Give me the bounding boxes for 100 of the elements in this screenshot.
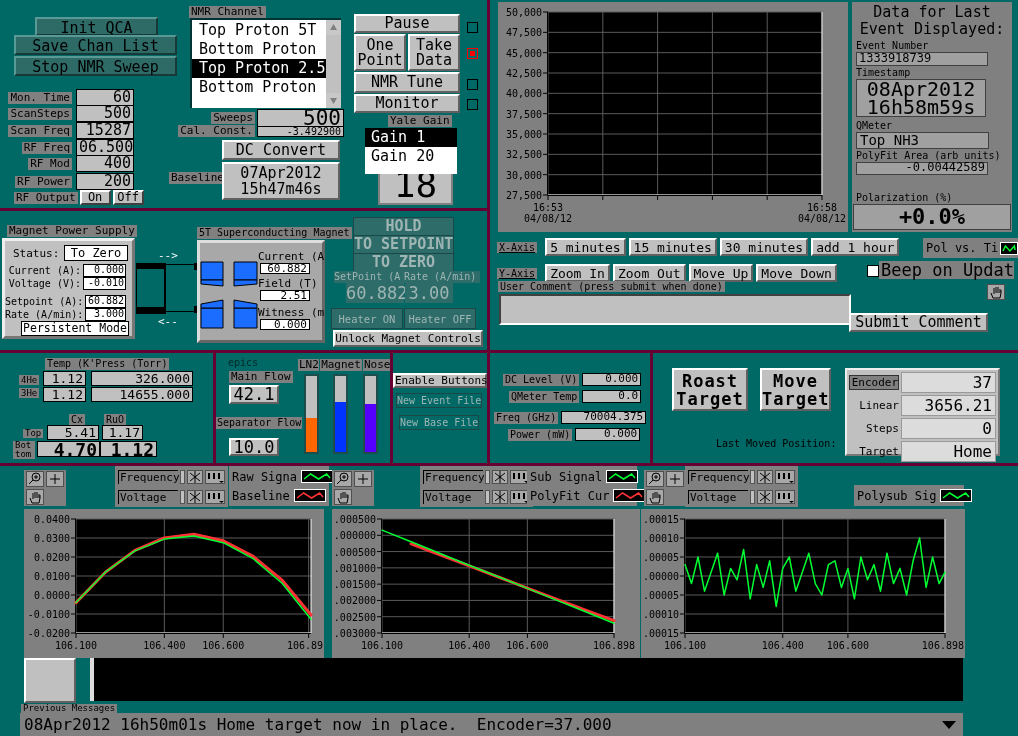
axis-button[interactable]: 5 minutes [545, 238, 626, 256]
format-menu-icon[interactable] [205, 489, 225, 504]
command-button[interactable]: Move Target [760, 368, 831, 411]
axis-tick-label: 45,000 [505, 47, 542, 59]
list-item[interactable]: Bottom Proton [192, 78, 326, 97]
hand-icon[interactable] [334, 489, 352, 505]
slider-handle[interactable] [750, 469, 755, 484]
cursor-tool-icon[interactable] [492, 469, 508, 484]
command-button[interactable]: Monitor [354, 94, 460, 113]
axis-button[interactable]: add 1 hour [811, 238, 900, 256]
dropdown-arrow[interactable] [941, 719, 957, 730]
command-button[interactable]: One Point [354, 34, 406, 71]
toggle-button[interactable]: On [79, 190, 111, 205]
cursor-name-field[interactable]: Frequency [423, 469, 483, 484]
plus-icon[interactable] [354, 471, 372, 487]
hand-icon[interactable] [987, 284, 1005, 300]
comment-field[interactable] [499, 294, 851, 325]
slider-handle[interactable] [180, 489, 185, 504]
command-button[interactable]: Take Data [408, 34, 460, 71]
legend-label: Pol vs. Ti [926, 241, 999, 255]
cursor-name-field[interactable]: Voltage [118, 489, 178, 504]
slider-handle[interactable] [750, 489, 755, 504]
slider-handle[interactable] [180, 469, 185, 484]
messages-button[interactable] [24, 658, 76, 703]
axis-button[interactable]: 15 minutes [628, 238, 717, 256]
command-button[interactable]: Pause [354, 14, 460, 33]
axis-tick-label: .00010 [642, 533, 679, 544]
plus-icon[interactable] [666, 471, 684, 487]
checkbox[interactable] [867, 265, 879, 277]
legend-label: Raw Signa [232, 469, 298, 484]
list-item[interactable]: Bottom Proton [192, 40, 326, 59]
field-label: Mon. Time [8, 91, 72, 104]
list-item[interactable]: Top Proton 5T [192, 21, 326, 40]
cursor-tool-icon[interactable] [187, 489, 203, 504]
numeric-field[interactable]: 0.000 [83, 263, 126, 277]
axis-tick-label: -0.0100 [27, 609, 70, 620]
zoom-icon[interactable] [646, 471, 664, 487]
numeric-field[interactable]: -3.492900 [257, 125, 344, 137]
field-label: Field (T) [258, 278, 318, 290]
axis-button[interactable]: Zoom In [545, 264, 610, 282]
column-header: Temp (K'Press (Torr) [45, 358, 170, 370]
axis-button[interactable]: Zoom Out [612, 264, 686, 282]
value-display: Home [901, 441, 996, 462]
tank-label: Magnet [320, 359, 362, 371]
slider-handle[interactable] [485, 489, 490, 504]
format-menu-icon[interactable] [205, 469, 225, 484]
command-button[interactable]: DC Convert [222, 140, 340, 160]
format-menu-icon[interactable] [775, 489, 795, 504]
value-display: 37 [901, 372, 996, 393]
cursor-tool-icon[interactable] [757, 489, 773, 504]
cursor-tool-icon[interactable] [187, 469, 203, 484]
axis-button[interactable]: Move Down [756, 264, 837, 282]
message-bar[interactable]: 08Apr2012 16h50m01s Home target now in place. Encoder=37.000 [20, 713, 963, 736]
plus-icon[interactable] [46, 471, 64, 487]
cursor-name-field[interactable]: Voltage [688, 489, 748, 504]
numeric-display: 10.0 [229, 438, 279, 456]
numeric-display: 4.70 [37, 441, 100, 457]
format-menu-icon[interactable] [775, 469, 795, 484]
field-label: RF Freq [21, 141, 72, 154]
cursor-name-field[interactable]: Frequency [688, 469, 748, 484]
numeric-field[interactable]: 60.882 [85, 294, 126, 308]
format-menu-icon[interactable] [510, 469, 530, 484]
list-item[interactable]: Gain 1 [365, 128, 457, 147]
tank-label: Nose [363, 359, 390, 371]
cursor-name-field[interactable]: Voltage [423, 489, 483, 504]
axis-button[interactable]: Move Up [688, 264, 754, 282]
axis-label: Y-Axis [497, 267, 538, 279]
field-label: SetPoint (A [334, 271, 402, 283]
submit-button[interactable]: Submit Comment [849, 313, 988, 332]
cursor-tool-icon[interactable] [757, 469, 773, 484]
numeric-field[interactable]: 200 [76, 173, 134, 190]
slider-handle[interactable] [485, 469, 490, 484]
numeric-field[interactable]: 15287 [76, 122, 134, 139]
field-label: QMeter Temp [509, 390, 580, 403]
zoom-icon[interactable] [26, 471, 44, 487]
toggle-button[interactable]: Off [112, 190, 144, 205]
zoom-icon[interactable] [334, 471, 352, 487]
axis-button[interactable]: 30 minutes [719, 238, 809, 256]
axis-tick-label: 27,500 [505, 190, 542, 201]
cursor-tool-icon[interactable] [492, 489, 508, 504]
command-button[interactable]: Roast Target [672, 368, 748, 411]
numeric-field[interactable]: 400 [76, 155, 134, 172]
list-item[interactable]: Top Proton 2.5 [192, 59, 326, 78]
cursor-name-field[interactable]: Frequency [118, 469, 178, 484]
legend-label: PolyFit Cur [530, 488, 610, 503]
file-button[interactable]: Enable Buttons [393, 373, 487, 388]
axis-tick-label: 106.898 [592, 640, 636, 651]
field-label: Steps [864, 422, 899, 435]
plot-legend[interactable]: Pol vs. Ti [923, 238, 1018, 258]
hand-icon[interactable] [646, 489, 664, 505]
axis-tick-label: .001000 [333, 562, 376, 574]
field-label: DC Level (V) [503, 373, 580, 386]
command-button[interactable]: NMR Tune [354, 72, 460, 93]
axis-tick-label: 0.0200 [33, 552, 70, 563]
axis-tick-label: .00015 [642, 628, 679, 639]
axis-tick-label: 50,000 [505, 7, 542, 18]
numeric-field[interactable]: 500 [76, 105, 134, 122]
axis-tick-label: .002000 [333, 595, 376, 607]
hand-icon[interactable] [26, 489, 44, 505]
format-menu-icon[interactable] [510, 489, 530, 504]
